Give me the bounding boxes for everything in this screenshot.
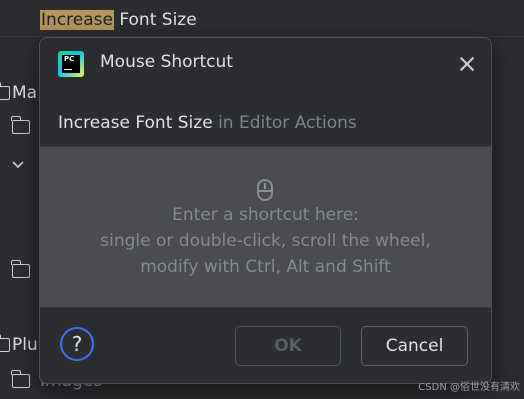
action-name: Increase Font Size [58,113,213,133]
mouse-shortcut-dialog: PC Mouse Shortcut Increase Font Size in … [39,37,492,384]
hint-line-1: Enter a shortcut here: [172,205,359,225]
tree-row-label: Ma [12,83,38,103]
chevron-down-icon[interactable] [12,155,24,169]
ok-button[interactable]: OK [235,326,341,366]
watermark: CSDN @俗世没有清欢 [418,382,520,393]
hint-line-2: single or double-click, scroll the wheel… [100,231,431,251]
help-button[interactable]: ? [60,327,94,361]
hint-line-3: modify with Ctrl, Alt and Shift [140,257,391,277]
search-rest: Font Size [113,10,197,30]
search-highlight: Increase [40,10,114,30]
action-context: in Editor Actions [212,113,357,133]
shortcut-capture-area[interactable]: Enter a shortcut here: single or double-… [40,146,491,308]
action-description: Increase Font Size in Editor Actions [58,113,357,133]
close-icon[interactable] [457,54,477,74]
pycharm-logo-icon: PC [58,51,84,77]
dialog-title-bar: PC Mouse Shortcut [40,38,491,90]
cancel-button[interactable]: Cancel [361,326,468,366]
dialog-title: Mouse Shortcut [100,52,233,72]
tree-row-label: Plu [12,335,38,355]
search-result-title: Increase Font Size [40,6,197,34]
mouse-icon [257,179,273,201]
